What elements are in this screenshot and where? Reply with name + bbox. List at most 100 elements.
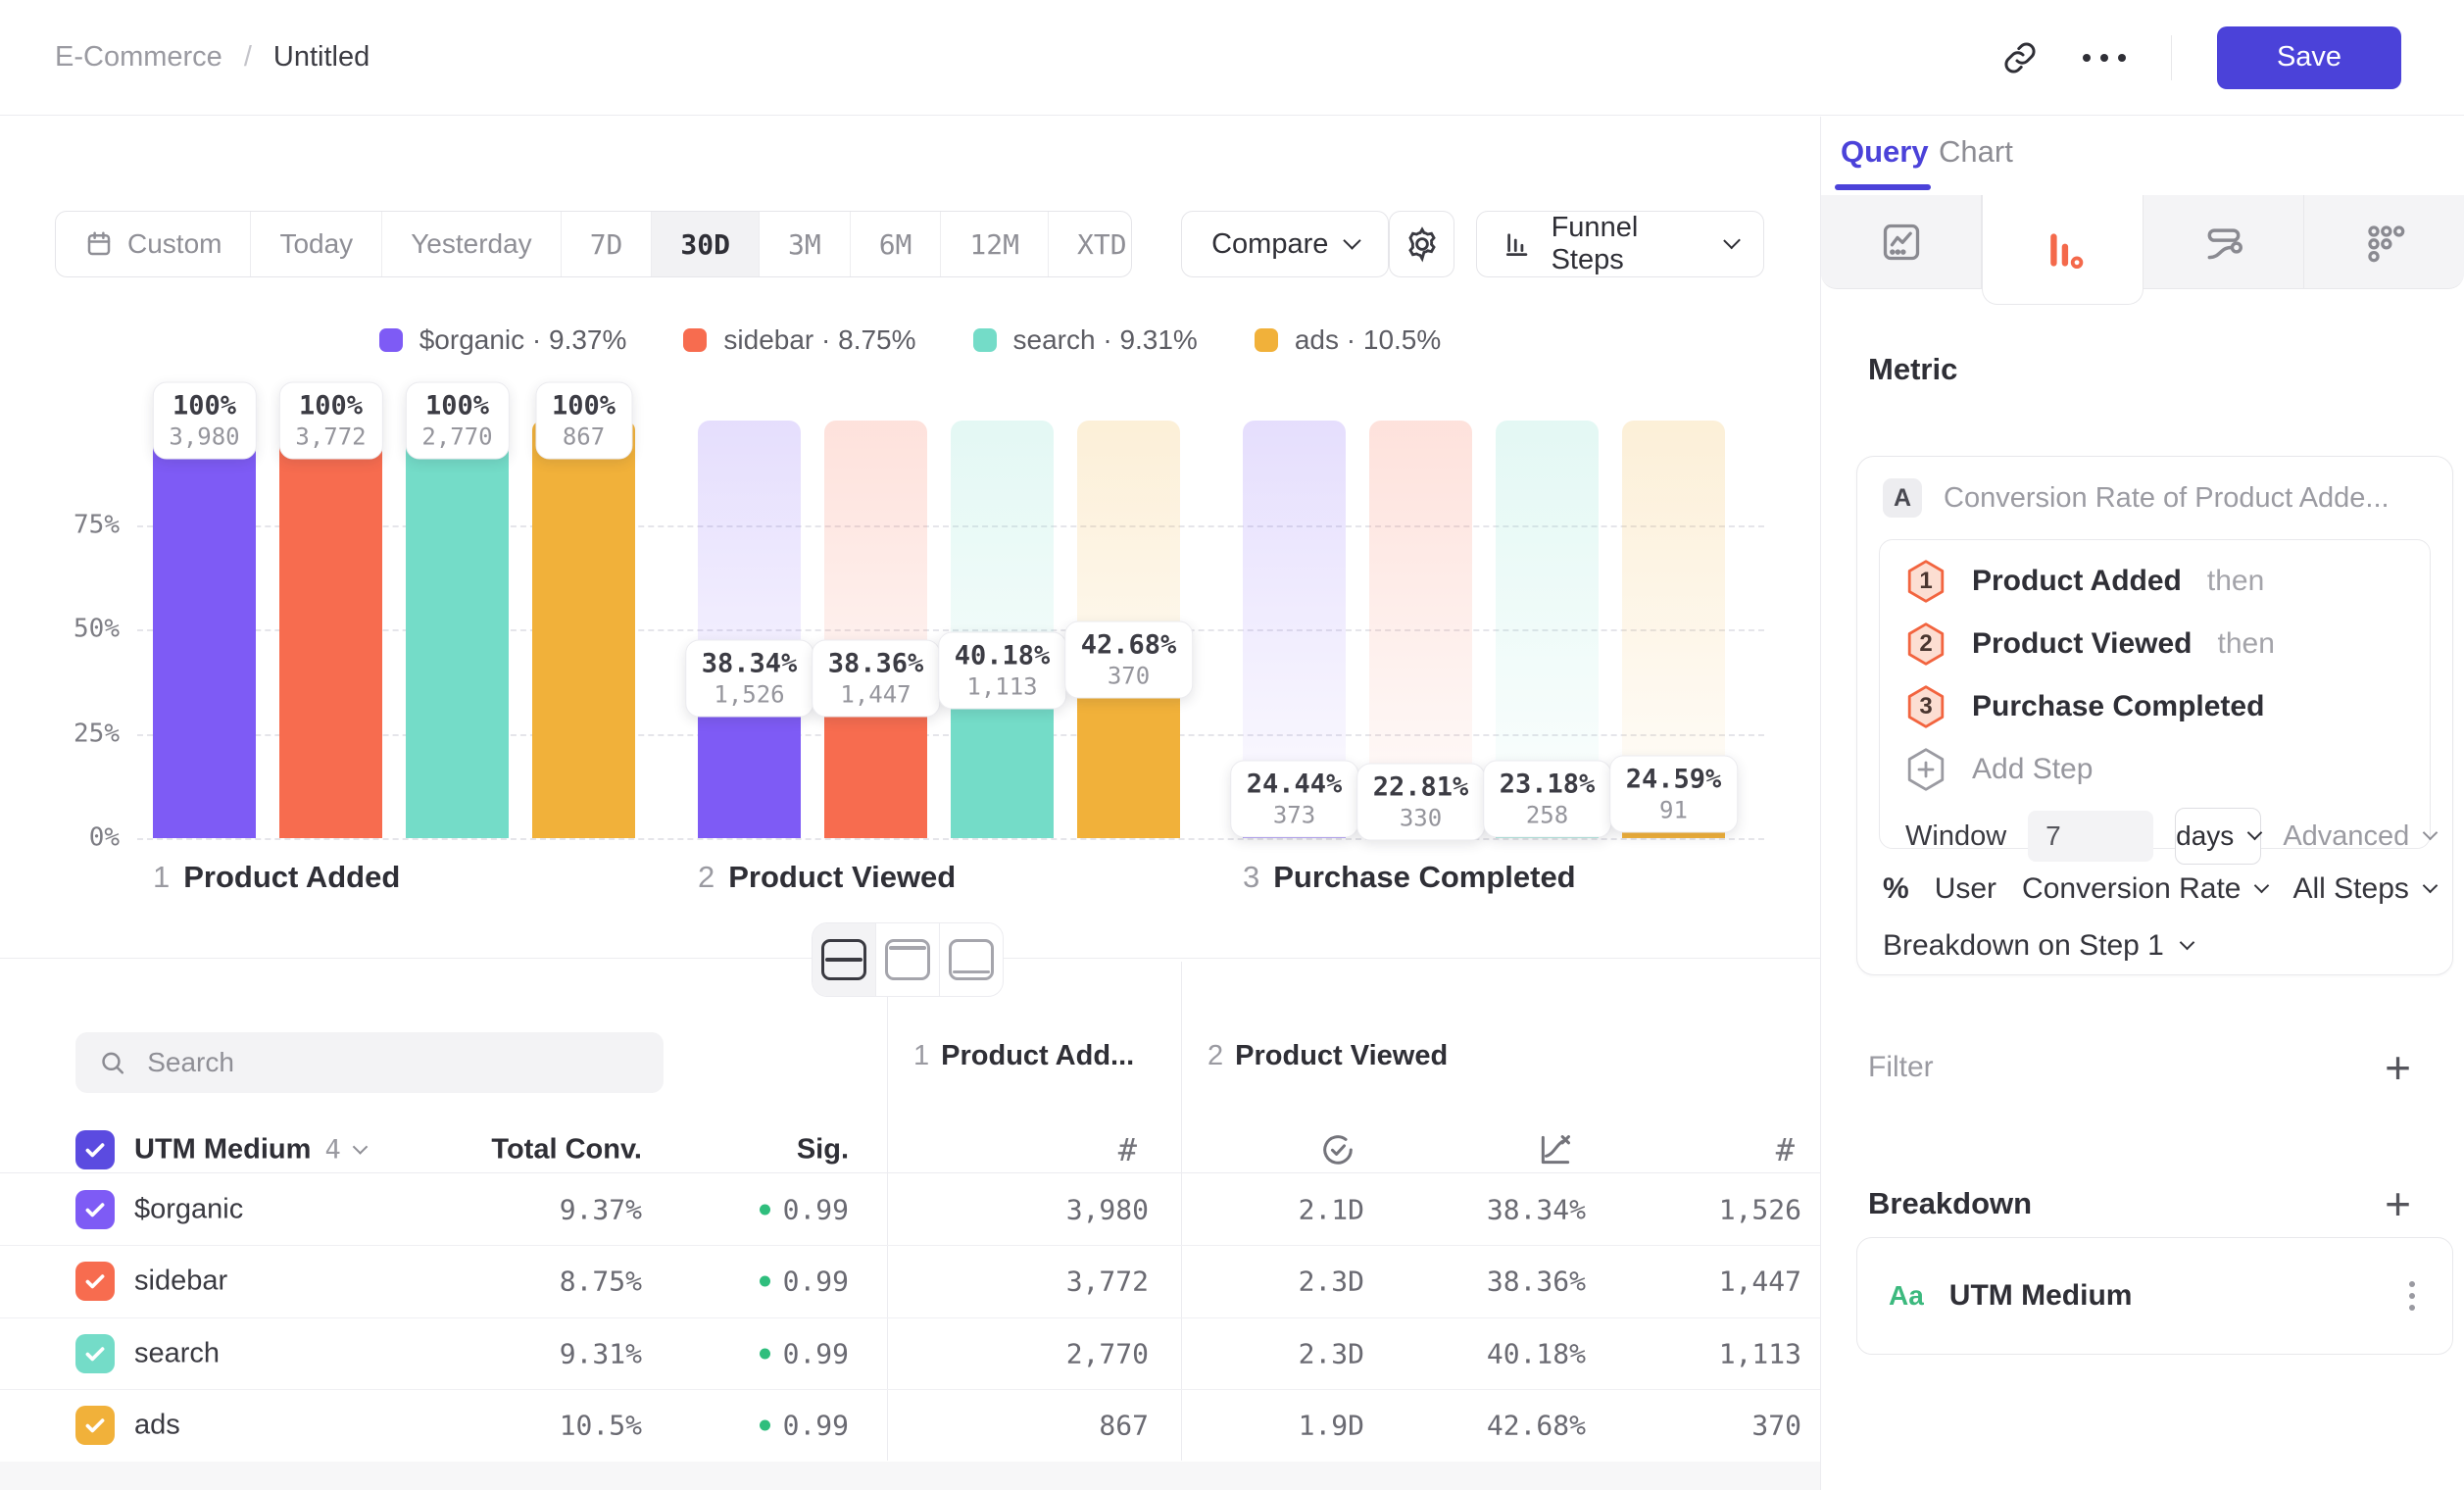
- chart-only-view-button[interactable]: [875, 923, 939, 996]
- row-total-conv: 8.75%: [560, 1266, 642, 1298]
- metric-type-select[interactable]: Conversion Rate: [2022, 872, 2267, 906]
- steps-scope-select[interactable]: All Steps: [2292, 872, 2435, 906]
- funnels-report-tab[interactable]: [1982, 195, 2144, 305]
- step-label-1: 1Product Added: [153, 860, 400, 895]
- row-checkbox[interactable]: [75, 1406, 115, 1445]
- y-axis-tick: 50%: [29, 614, 120, 643]
- step-label-2: 2Product Viewed: [698, 860, 956, 895]
- query-panel: Query Chart: [1820, 117, 2464, 1490]
- funnel-bar[interactable]: [279, 421, 382, 838]
- row-significance: 0.99: [760, 1266, 849, 1298]
- add-filter-button[interactable]: +: [2385, 1045, 2411, 1090]
- window-label: Window: [1905, 820, 2006, 853]
- row-step1-count: 3,772: [1066, 1266, 1149, 1298]
- insights-report-tab[interactable]: [1821, 195, 1982, 289]
- retention-icon: [2363, 221, 2406, 264]
- row-step2-count: 1,447: [1719, 1266, 1801, 1298]
- table-row-search: search9.31%0.992,7702.3D40.18%1,113: [0, 1317, 1820, 1390]
- row-step2-rate: 38.36%: [1487, 1266, 1586, 1298]
- check-icon: [82, 1137, 108, 1163]
- bar-value-label: 23.18%258: [1483, 761, 1612, 838]
- breakdown-on-step-select[interactable]: Breakdown on Step 1: [1883, 929, 2193, 963]
- funnel-bar[interactable]: [532, 421, 635, 838]
- row-step2-rate: 38.34%: [1487, 1193, 1586, 1225]
- row-step2-avg-time: 2.1D: [1299, 1193, 1364, 1225]
- row-total-conv: 9.37%: [560, 1193, 642, 1225]
- bar-value-label: 38.36%1,447: [812, 639, 941, 717]
- row-checkbox[interactable]: [75, 1262, 115, 1301]
- panel-tabs: Query Chart: [1821, 117, 2464, 196]
- window-value-input[interactable]: [2028, 811, 2153, 862]
- advanced-toggle[interactable]: Advanced: [2283, 820, 2436, 853]
- entity-button[interactable]: User: [1935, 872, 1996, 906]
- row-checkbox[interactable]: [75, 1190, 115, 1229]
- split-view-button[interactable]: [813, 923, 875, 996]
- table-row-ads: ads10.5%0.998671.9D42.68%370: [0, 1390, 1820, 1463]
- row-checkbox[interactable]: [75, 1334, 115, 1373]
- table-step1-group-header: 1Product Add...: [913, 1040, 1134, 1072]
- conversion-rate-metric-icon[interactable]: [1537, 1131, 1574, 1168]
- topbar-divider: [2171, 35, 2172, 80]
- row-step2-avg-time: 2.3D: [1299, 1266, 1364, 1298]
- query-step-1[interactable]: 1Product Addedthen: [1880, 550, 2430, 613]
- row-step2-count: 1,526: [1719, 1193, 1801, 1225]
- metric-card: A Conversion Rate of Product Adde... 1Pr…: [1856, 456, 2453, 975]
- kebab-menu-icon[interactable]: [2403, 1275, 2421, 1316]
- active-tab-underline: [1835, 184, 1931, 190]
- breadcrumb-title[interactable]: Untitled: [273, 41, 370, 74]
- query-step-3[interactable]: 3Purchase Completed: [1880, 675, 2430, 738]
- chevron-down-icon: [2254, 878, 2270, 894]
- window-unit-select[interactable]: days: [2175, 808, 2261, 865]
- sig-dot: [760, 1348, 770, 1359]
- add-step-hexagon-icon: [1905, 747, 1947, 792]
- step-hexagon-badge: 3: [1905, 684, 1947, 729]
- add-step-button[interactable]: Add Step: [1880, 738, 2430, 801]
- row-step1-count: 2,770: [1066, 1337, 1149, 1369]
- chevron-down-icon: [352, 1139, 368, 1155]
- funnel-bar[interactable]: [406, 421, 509, 838]
- row-step2-rate: 42.68%: [1487, 1410, 1586, 1442]
- search-input[interactable]: [145, 1046, 640, 1079]
- row-name: ads: [134, 1410, 180, 1442]
- metric-title-row[interactable]: A Conversion Rate of Product Adde...: [1883, 478, 2390, 518]
- table-view-icon: [949, 939, 994, 980]
- row-step2-avg-time: 2.3D: [1299, 1337, 1364, 1369]
- more-menu-icon[interactable]: [2083, 54, 2126, 62]
- table-step2-group-header: 2Product Viewed: [1207, 1040, 1448, 1072]
- bar-value-label: 100%2,770: [405, 382, 509, 460]
- metric-section-heading: Metric: [1868, 352, 1957, 387]
- breakdown-item[interactable]: AaUTM Medium: [1856, 1237, 2453, 1355]
- tab-chart[interactable]: Chart: [1939, 134, 2013, 170]
- add-breakdown-button[interactable]: +: [2385, 1181, 2411, 1226]
- save-button[interactable]: Save: [2217, 26, 2401, 89]
- total-conv-header[interactable]: Total Conv.: [491, 1134, 642, 1167]
- breadcrumb-project[interactable]: E-Commerce: [55, 41, 222, 74]
- breakdown-column-header[interactable]: UTM Medium 4: [134, 1134, 366, 1167]
- sig-dot: [760, 1420, 770, 1431]
- retention-report-tab[interactable]: [2304, 195, 2464, 289]
- sig-header[interactable]: Sig.: [797, 1134, 849, 1167]
- row-step1-count: 867: [1099, 1410, 1149, 1442]
- table-search: [75, 1032, 664, 1093]
- row-name: sidebar: [134, 1266, 227, 1298]
- chevron-down-icon: [2180, 935, 2195, 951]
- bar-value-label: 42.68%370: [1064, 621, 1194, 699]
- search-icon: [99, 1048, 125, 1077]
- avg-time-metric-icon[interactable]: [1319, 1131, 1356, 1168]
- chevron-down-icon: [2247, 825, 2263, 841]
- bar-value-label: 40.18%1,113: [938, 631, 1067, 709]
- query-step-2[interactable]: 2Product Viewedthen: [1880, 613, 2430, 675]
- chevron-down-icon: [2423, 825, 2439, 841]
- step-label-3: 3Purchase Completed: [1243, 860, 1576, 895]
- count-metric-icon[interactable]: #: [1118, 1131, 1137, 1168]
- funnel-bar[interactable]: [153, 421, 256, 838]
- tab-query[interactable]: Query: [1841, 134, 1929, 170]
- chart-view-icon: [885, 939, 930, 980]
- insights-icon: [1880, 221, 1923, 264]
- flows-report-tab[interactable]: [2144, 195, 2304, 289]
- share-link-icon[interactable]: [2002, 40, 2038, 75]
- table-only-view-button[interactable]: [939, 923, 1003, 996]
- select-all-checkbox[interactable]: [75, 1130, 115, 1169]
- format-percent-button[interactable]: %: [1883, 872, 1909, 906]
- count-metric-icon[interactable]: #: [1776, 1131, 1795, 1168]
